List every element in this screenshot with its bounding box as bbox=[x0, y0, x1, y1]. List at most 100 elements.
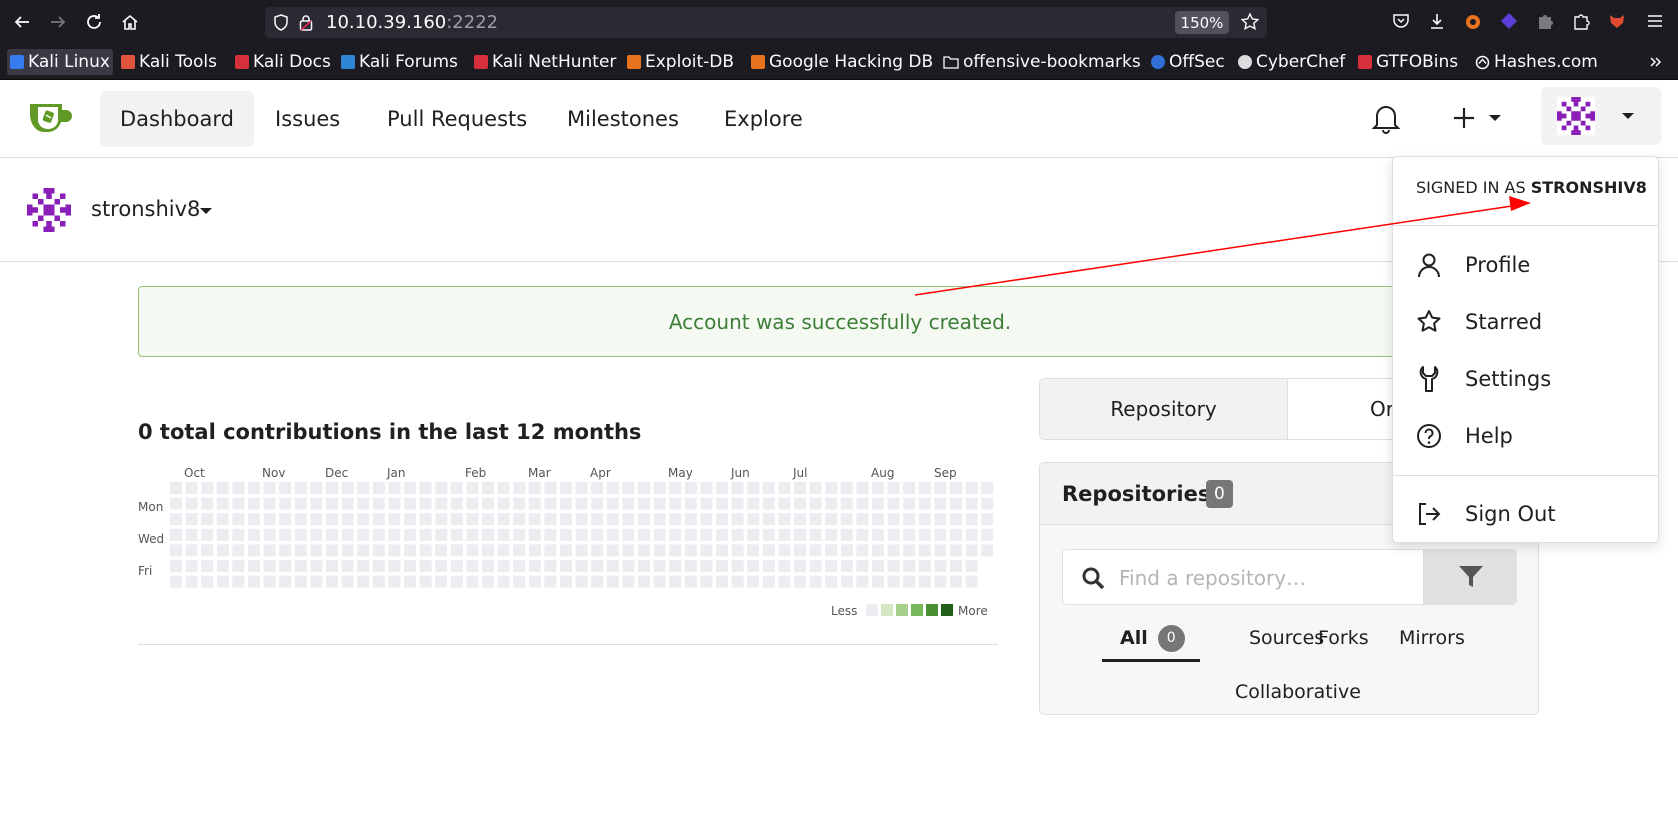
heatmap-cell[interactable] bbox=[185, 528, 198, 541]
heatmap-cell[interactable] bbox=[232, 560, 245, 572]
heatmap-cell[interactable] bbox=[653, 575, 666, 588]
heatmap-cell[interactable] bbox=[825, 482, 838, 494]
heatmap-cell[interactable] bbox=[981, 482, 994, 494]
heatmap-cell[interactable] bbox=[856, 497, 869, 510]
heatmap-cell[interactable] bbox=[326, 528, 338, 541]
heatmap-cell[interactable] bbox=[435, 575, 448, 588]
heatmap-cell[interactable] bbox=[981, 528, 994, 541]
heatmap-cell[interactable] bbox=[372, 482, 385, 494]
heatmap-cell[interactable] bbox=[981, 497, 994, 510]
repo-search-box[interactable] bbox=[1062, 549, 1424, 605]
bookmark-folder-offensive[interactable]: offensive-bookmarks bbox=[940, 49, 1144, 75]
heatmap-cell[interactable] bbox=[809, 560, 822, 572]
heatmap-cell[interactable] bbox=[840, 575, 853, 588]
heatmap-cell[interactable] bbox=[279, 544, 292, 557]
heatmap-cell[interactable] bbox=[482, 544, 494, 557]
heatmap-cell[interactable] bbox=[825, 497, 838, 510]
heatmap-cell[interactable] bbox=[248, 513, 260, 526]
heatmap-cell[interactable] bbox=[575, 528, 588, 541]
heatmap-cell[interactable] bbox=[872, 482, 884, 494]
heatmap-cell[interactable] bbox=[622, 575, 635, 588]
heatmap-cell[interactable] bbox=[341, 575, 354, 588]
heatmap-cell[interactable] bbox=[248, 482, 260, 494]
heatmap-cell[interactable] bbox=[248, 560, 260, 572]
heatmap-cell[interactable] bbox=[528, 528, 541, 541]
heatmap-cell[interactable] bbox=[965, 575, 978, 588]
heatmap-cell[interactable] bbox=[872, 513, 884, 526]
gitea-logo-icon[interactable] bbox=[28, 96, 74, 136]
heatmap-cell[interactable] bbox=[435, 482, 448, 494]
heatmap-cell[interactable] bbox=[872, 497, 884, 510]
heatmap-cell[interactable] bbox=[762, 575, 775, 588]
heatmap-cell[interactable] bbox=[731, 482, 744, 494]
heatmap-cell[interactable] bbox=[918, 544, 931, 557]
heatmap-cell[interactable] bbox=[903, 575, 916, 588]
heatmap-cell[interactable] bbox=[326, 497, 338, 510]
heatmap-cell[interactable] bbox=[372, 575, 385, 588]
heatmap-cell[interactable] bbox=[684, 575, 697, 588]
heatmap-cell[interactable] bbox=[825, 560, 838, 572]
heatmap-cell[interactable] bbox=[170, 560, 182, 572]
heatmap-cell[interactable] bbox=[950, 575, 962, 588]
heatmap-cell[interactable] bbox=[731, 575, 744, 588]
heatmap-cell[interactable] bbox=[544, 528, 557, 541]
heatmap-cell[interactable] bbox=[263, 560, 276, 572]
heatmap-cell[interactable] bbox=[263, 544, 276, 557]
heatmap-cell[interactable] bbox=[497, 528, 510, 541]
heatmap-cell[interactable] bbox=[716, 575, 728, 588]
heatmap-cell[interactable] bbox=[232, 482, 245, 494]
heatmap-cell[interactable] bbox=[809, 513, 822, 526]
heatmap-cell[interactable] bbox=[669, 544, 682, 557]
heatmap-cell[interactable] bbox=[591, 513, 604, 526]
heatmap-cell[interactable] bbox=[856, 513, 869, 526]
heatmap-cell[interactable] bbox=[216, 544, 229, 557]
nav-issues[interactable]: Issues bbox=[255, 91, 360, 147]
heatmap-cell[interactable] bbox=[310, 482, 323, 494]
heatmap-cell[interactable] bbox=[716, 528, 728, 541]
tab-repository[interactable]: Repository bbox=[1040, 379, 1288, 439]
heatmap-cell[interactable] bbox=[809, 497, 822, 510]
heatmap-cell[interactable] bbox=[357, 544, 370, 557]
heatmap-cell[interactable] bbox=[528, 544, 541, 557]
heatmap-cell[interactable] bbox=[887, 560, 900, 572]
heatmap-cell[interactable] bbox=[560, 482, 572, 494]
heatmap-cell[interactable] bbox=[528, 497, 541, 510]
heatmap-cell[interactable] bbox=[497, 513, 510, 526]
heatmap-cell[interactable] bbox=[794, 482, 806, 494]
heatmap-cell[interactable] bbox=[419, 513, 432, 526]
url-text[interactable]: 10.10.39.160:2222 bbox=[326, 12, 498, 33]
heatmap-cell[interactable] bbox=[263, 482, 276, 494]
repo-filter-button[interactable] bbox=[1424, 549, 1517, 605]
heatmap-cell[interactable] bbox=[575, 482, 588, 494]
heatmap-cell[interactable] bbox=[653, 497, 666, 510]
nav-milestones[interactable]: Milestones bbox=[547, 91, 699, 147]
heatmap-cell[interactable] bbox=[856, 482, 869, 494]
heatmap-cell[interactable] bbox=[357, 575, 370, 588]
extension-gem-icon[interactable] bbox=[1498, 10, 1520, 32]
heatmap-cell[interactable] bbox=[934, 513, 947, 526]
heatmap-cell[interactable] bbox=[201, 528, 214, 541]
foxyproxy-icon[interactable] bbox=[1606, 10, 1628, 32]
heatmap-cell[interactable] bbox=[201, 575, 214, 588]
heatmap-cell[interactable] bbox=[310, 575, 323, 588]
heatmap-cell[interactable] bbox=[310, 497, 323, 510]
heatmap-cell[interactable] bbox=[840, 513, 853, 526]
bookmarks-overflow-icon[interactable] bbox=[1646, 49, 1666, 75]
menu-icon[interactable] bbox=[1644, 10, 1666, 32]
heatmap-cell[interactable] bbox=[294, 528, 307, 541]
heatmap-cell[interactable] bbox=[341, 544, 354, 557]
heatmap-cell[interactable] bbox=[170, 497, 182, 510]
heatmap-cell[interactable] bbox=[700, 575, 713, 588]
heatmap-cell[interactable] bbox=[903, 544, 916, 557]
heatmap-cell[interactable] bbox=[170, 528, 182, 541]
heatmap-cell[interactable] bbox=[170, 575, 182, 588]
heatmap-cell[interactable] bbox=[934, 560, 947, 572]
heatmap-cell[interactable] bbox=[388, 482, 401, 494]
heatmap-cell[interactable] bbox=[762, 528, 775, 541]
heatmap-cell[interactable] bbox=[450, 528, 463, 541]
heatmap-cell[interactable] bbox=[513, 575, 526, 588]
heatmap-cell[interactable] bbox=[466, 513, 479, 526]
repo-subtab-collaborative[interactable]: Collaborative bbox=[1235, 672, 1361, 712]
heatmap-cell[interactable] bbox=[544, 560, 557, 572]
heatmap-cell[interactable] bbox=[638, 544, 650, 557]
